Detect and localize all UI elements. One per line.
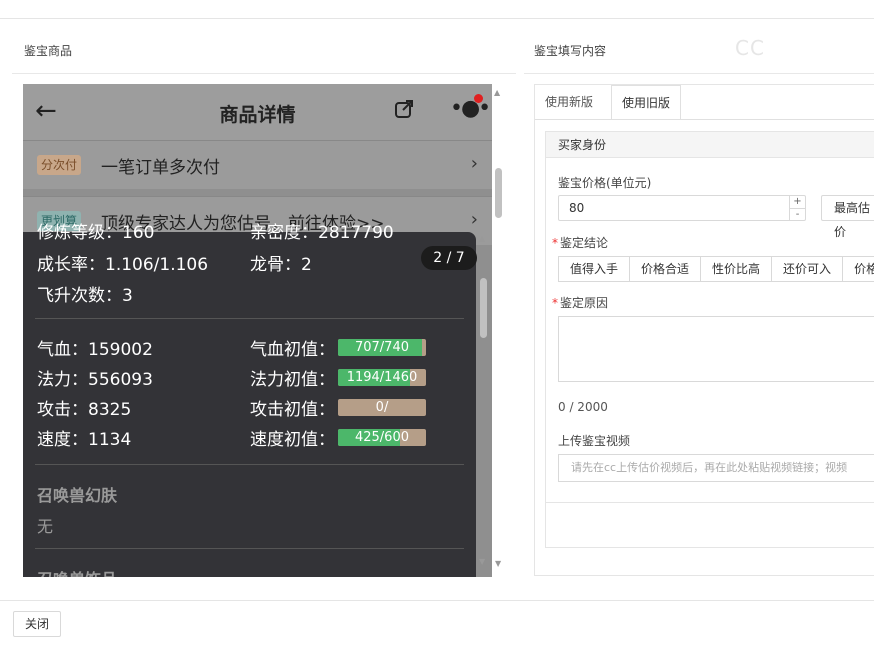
divider <box>546 502 874 503</box>
appraisal-form-panel: 使用新版 使用旧版 买家身份 鉴宝价格(单位元) 80 + - 最高估价 * 鉴定… <box>534 84 874 576</box>
conclusion-label: * 鉴定结论 <box>552 234 608 251</box>
tab-old-version[interactable]: 使用旧版 <box>611 85 682 120</box>
conclusion-label-text: 鉴定结论 <box>560 236 609 250</box>
close-button[interactable]: 关闭 <box>13 611 61 637</box>
watermark: CC <box>735 36 765 60</box>
chevron-right-icon: › <box>470 153 478 174</box>
divider <box>35 318 464 319</box>
row-text: 一笔订单多次付 <box>101 158 220 178</box>
image-counter: 2 / 7 <box>421 246 477 270</box>
more-icon[interactable]: •●• <box>450 96 491 121</box>
required-mark: * <box>552 296 558 310</box>
decrement-icon[interactable]: - <box>789 208 805 221</box>
conclusion-options: 值得入手 价格合适 性价比高 还价可入 价格 <box>558 256 874 282</box>
scroll-down-icon[interactable]: ▼ <box>479 557 485 566</box>
video-link-input[interactable]: 请先在cc上传估价视频后，再在此处粘贴视频链接；视频 <box>558 454 874 482</box>
top-bar <box>0 0 874 19</box>
conclusion-option[interactable]: 性价比高 <box>700 256 773 282</box>
stat-bar: 1194/1460 <box>338 369 426 386</box>
decor-title: 召唤兽饰品 <box>37 566 117 577</box>
cultivation-level: 修炼等级：160 <box>37 223 155 243</box>
share-icon-svg <box>395 100 413 118</box>
stat-bar-text: 0/ <box>375 400 389 415</box>
form-card: 买家身份 鉴宝价格(单位元) 80 + - 最高估价 * 鉴定结论 值得入手 价格… <box>545 131 874 548</box>
tag-installment: 分次付 <box>37 155 82 175</box>
scroll-down-icon[interactable]: ▼ <box>495 559 501 568</box>
scroll-thumb[interactable] <box>495 168 502 218</box>
conclusion-option[interactable]: 还价可入 <box>771 256 844 282</box>
stat-label: 气血：159002 <box>37 340 153 360</box>
reason-label: * 鉴定原因 <box>552 294 608 311</box>
pet-detail-overlay: 修炼等级：160 亲密度：2817790 2 / 7 成长率：1.106/1.1… <box>23 223 477 577</box>
tab-new-version[interactable]: 使用新版 <box>535 85 603 119</box>
ascend-count: 飞升次数：3 <box>37 286 133 306</box>
watermark-text: CC <box>735 36 765 60</box>
scroll-up-icon[interactable]: ▲ <box>479 234 485 243</box>
stat-label: 速度：1134 <box>37 430 132 450</box>
right-divider <box>524 73 874 74</box>
conclusion-option[interactable]: 价格合适 <box>629 256 702 282</box>
footer-divider <box>0 600 874 601</box>
list-item[interactable]: 分次付 一笔订单多次付 › <box>23 140 492 189</box>
skin-title: 召唤兽幻肤 <box>37 486 118 505</box>
product-preview: ← 商品详情 •●• 分次付 一笔订单多次付 › 更划算 顶级专家达人为您估号，… <box>23 84 492 577</box>
conclusion-option[interactable]: 值得入手 <box>558 256 631 282</box>
chevron-right-icon: › <box>470 209 478 230</box>
stat-label: 法力：556093 <box>37 370 153 390</box>
stat-init-label: 攻击初值： <box>250 400 335 420</box>
video-label: 上传鉴宝视频 <box>558 434 631 448</box>
share-icon[interactable] <box>393 98 415 125</box>
reason-textarea[interactable] <box>558 316 874 382</box>
reason-char-count: 0 / 2000 <box>558 400 608 414</box>
scroll-up-icon[interactable]: ▲ <box>494 88 500 97</box>
phone-title: 商品详情 <box>219 104 296 126</box>
notification-dot <box>474 94 483 103</box>
max-price-button[interactable]: 最高估价 <box>821 195 874 239</box>
overlay-scrollbar[interactable]: ▲ ▼ <box>478 232 488 577</box>
preview-scrollbar[interactable]: ▲ <box>493 84 503 224</box>
conclusion-option[interactable]: 价格 <box>842 256 874 282</box>
phone-header: ← 商品详情 •●• <box>23 84 492 140</box>
price-label: 鉴宝价格(单位元) <box>558 176 652 190</box>
stat-bar-text: 1194/1460 <box>346 370 418 385</box>
divider <box>35 548 464 549</box>
left-section-title: 鉴宝商品 <box>24 44 73 58</box>
required-mark: * <box>552 236 558 250</box>
stat-bar: 425/600 <box>338 429 426 446</box>
right-section-title: 鉴宝填写内容 <box>534 44 607 58</box>
stat-bar-text: 425/600 <box>354 430 409 445</box>
divider <box>35 464 464 465</box>
stat-bar: 707/740 <box>338 339 426 356</box>
buyer-identity-header: 买家身份 <box>546 132 874 158</box>
reason-label-text: 鉴定原因 <box>560 296 609 310</box>
scroll-thumb[interactable] <box>480 278 487 338</box>
price-value: 80 <box>569 201 585 215</box>
stat-init-label: 法力初值： <box>250 370 335 390</box>
growth-rate: 成长率：1.106/1.106 <box>37 255 209 275</box>
left-divider <box>12 73 516 74</box>
skin-value: 无 <box>37 517 54 536</box>
stat-init-label: 速度初值： <box>250 430 335 450</box>
price-input[interactable]: 80 <box>558 195 806 221</box>
tab-underline <box>535 119 874 120</box>
stat-init-label: 气血初值： <box>250 340 335 360</box>
intimacy: 亲密度：2817790 <box>250 223 394 243</box>
stat-bar-text: 707/740 <box>354 340 409 355</box>
stat-bar: 0/ <box>338 399 426 416</box>
stat-label: 攻击：8325 <box>37 400 132 420</box>
dragon-bone: 龙骨：2 <box>250 255 312 275</box>
